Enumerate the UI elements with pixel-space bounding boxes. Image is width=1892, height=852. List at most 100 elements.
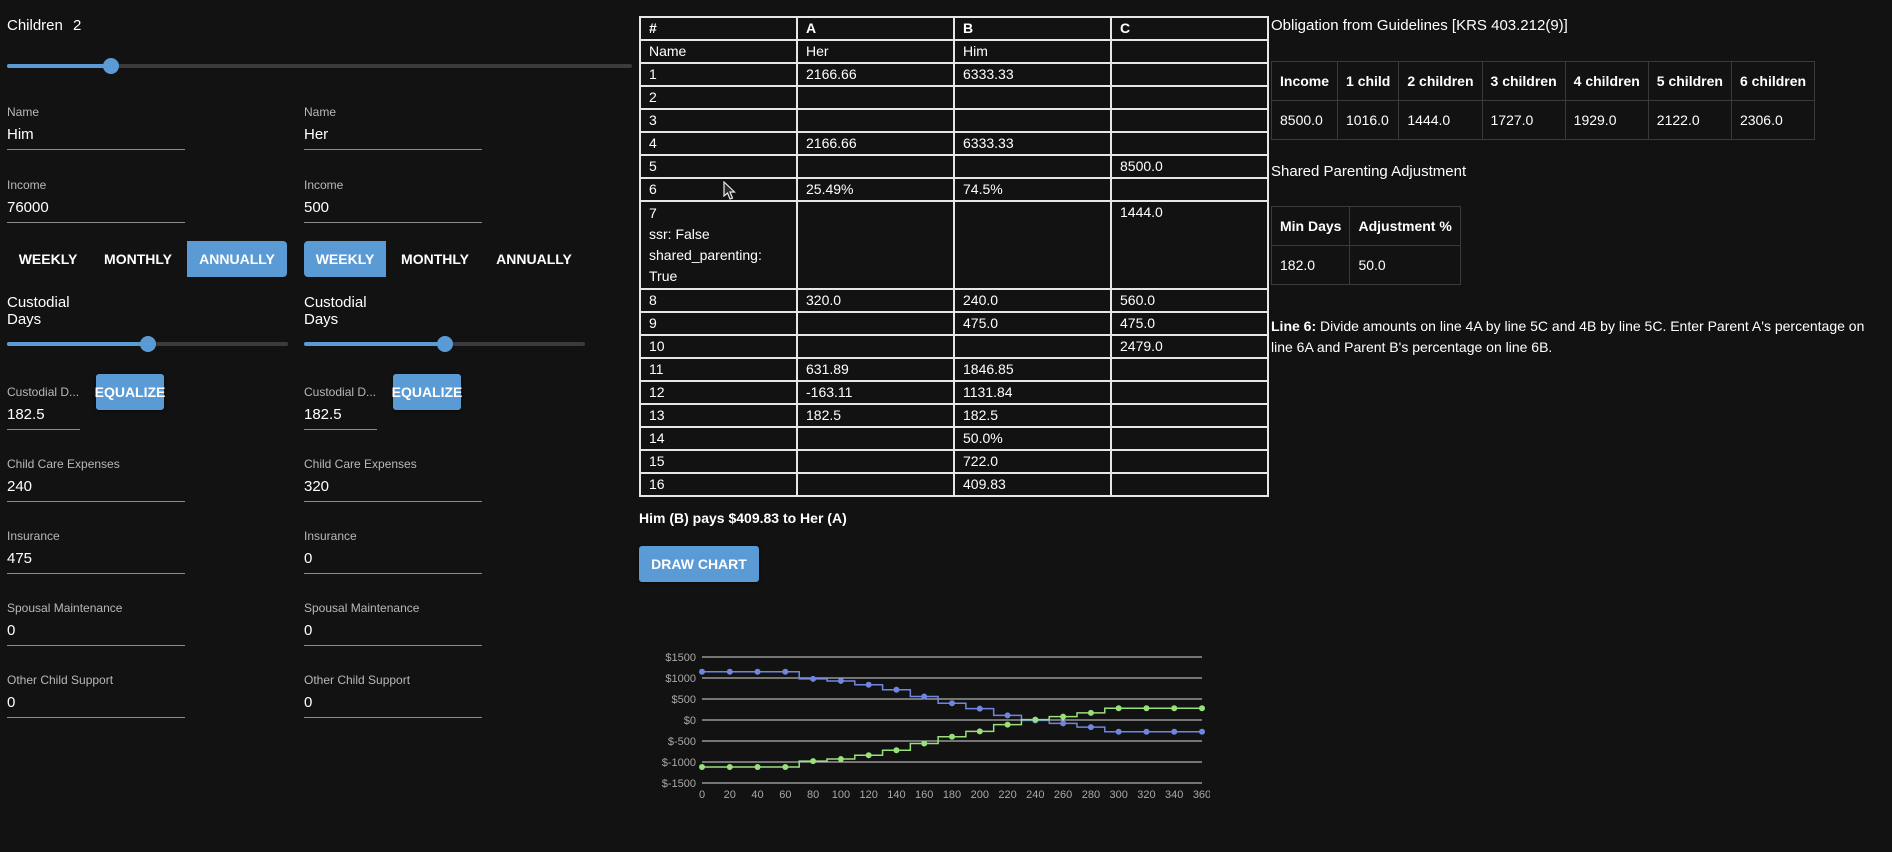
worksheet-cell: 560.0 (1110, 288, 1269, 313)
other-child-support-value[interactable]: 0 (7, 692, 185, 714)
chart-y-tick-label: $0 (684, 715, 696, 727)
custodial-days-value[interactable]: 182.5 (304, 404, 377, 426)
worksheet-cell (1110, 39, 1269, 64)
insurance-field[interactable]: Insurance 475 (7, 529, 185, 574)
child-care-expenses-value[interactable]: 320 (304, 476, 482, 498)
worksheet-cell: 240.0 (953, 288, 1112, 313)
worksheet-cell: 1 (639, 62, 798, 87)
name-underline (304, 149, 482, 150)
spousal-maintenance-value[interactable]: 0 (304, 620, 482, 642)
chart-data-point (921, 740, 928, 747)
custodial-days-underline (304, 429, 377, 430)
worksheet-cell: 4 (639, 131, 798, 156)
worksheet-row: 9 475.0 475.0 (639, 311, 1269, 336)
income-field[interactable]: Income 76000 (7, 178, 185, 223)
obligation-header: 1 child (1337, 61, 1400, 101)
children-slider-thumb[interactable] (103, 58, 119, 74)
insurance-value[interactable]: 0 (304, 548, 482, 570)
chart-data-point (1004, 721, 1011, 728)
chart-data-point (699, 764, 705, 771)
child-care-expenses-value[interactable]: 240 (7, 476, 185, 498)
name-field[interactable]: Name Her (304, 105, 482, 150)
insurance-label: Insurance (7, 529, 60, 543)
chart-y-tick-label: $1500 (665, 652, 696, 664)
worksheet-row: 16 409.83 (639, 472, 1269, 497)
custodial-days-field[interactable]: Custodial D... 182.5 (7, 385, 80, 430)
worksheet-cell (796, 334, 955, 359)
spousal-maintenance-field[interactable]: Spousal Maintenance 0 (304, 601, 482, 646)
frequency-weekly-button[interactable]: WEEKLY (7, 241, 89, 277)
worksheet-row: 1 2166.66 6333.33 (639, 62, 1269, 87)
insurance-value[interactable]: 475 (7, 548, 185, 570)
equalize-button[interactable]: EQUALIZE (95, 374, 165, 410)
name-field[interactable]: Name Him (7, 105, 185, 150)
worksheet-cell (953, 200, 1112, 290)
custodial-days-slider[interactable] (304, 336, 585, 352)
name-value[interactable]: Him (7, 124, 185, 146)
chart-x-tick-label: 0 (699, 789, 705, 801)
spousal-maintenance-field[interactable]: Spousal Maintenance 0 (7, 601, 185, 646)
income-value[interactable]: 500 (304, 197, 482, 219)
insurance-label: Insurance (304, 529, 357, 543)
worksheet-cell: 6 (639, 177, 798, 202)
chart-data-point (1004, 712, 1011, 719)
worksheet-cell (1110, 380, 1269, 405)
frequency-weekly-button[interactable]: WEEKLY (304, 241, 386, 277)
spousal-maintenance-underline (7, 645, 185, 646)
spousal-maintenance-value[interactable]: 0 (7, 620, 185, 642)
worksheet-cell: 409.83 (953, 472, 1112, 497)
custodial-days-field[interactable]: Custodial D... 182.5 (304, 385, 377, 430)
adjustment-cell: 50.0 (1349, 245, 1461, 285)
worksheet-cell: 14 (639, 426, 798, 451)
worksheet-cell (796, 449, 955, 474)
worksheet-cell (1110, 108, 1269, 133)
other-child-support-field[interactable]: Other Child Support 0 (7, 673, 185, 718)
other-child-support-value[interactable]: 0 (304, 692, 482, 714)
worksheet-cell: 25.49% (796, 177, 955, 202)
worksheet-row: 8 320.0 240.0 560.0 (639, 288, 1269, 313)
chart-x-tick-label: 240 (1026, 789, 1044, 801)
worksheet-cell (1110, 357, 1269, 382)
name-value[interactable]: Her (304, 124, 482, 146)
chart-data-point (1199, 728, 1205, 735)
income-label: Income (304, 178, 344, 192)
custodial-days-slider[interactable] (7, 336, 288, 352)
frequency-annually-button[interactable]: ANNUALLY (484, 241, 584, 277)
chart-y-tick-label: $-1000 (662, 757, 696, 769)
frequency-monthly-button[interactable]: MONTHLY (386, 241, 484, 277)
child-care-expenses-field[interactable]: Child Care Expenses 320 (304, 457, 482, 502)
worksheet-cell: 182.5 (796, 403, 955, 428)
draw-chart-button[interactable]: DRAW CHART (639, 546, 759, 582)
insurance-field[interactable]: Insurance 0 (304, 529, 482, 574)
income-frequency-toggle: WEEKLY MONTHLY ANNUALLY (304, 241, 584, 277)
worksheet-flag-text: shared_parenting: (649, 247, 762, 263)
frequency-monthly-button[interactable]: MONTHLY (89, 241, 187, 277)
custodial-days-title: Custodial Days (7, 294, 70, 328)
equalize-button[interactable]: EQUALIZE (392, 374, 462, 410)
worksheet-cell: 1444.0 (1110, 200, 1269, 290)
custodial-days-slider-thumb[interactable] (437, 336, 453, 352)
other-child-support-field[interactable]: Other Child Support 0 (304, 673, 482, 718)
worksheet-cell: 1131.84 (953, 380, 1112, 405)
chart-data-point (1143, 728, 1150, 735)
income-value[interactable]: 76000 (7, 197, 185, 219)
child-care-expenses-field[interactable]: Child Care Expenses 240 (7, 457, 185, 502)
frequency-annually-button[interactable]: ANNUALLY (187, 241, 287, 277)
income-underline (7, 222, 185, 223)
spousal-maintenance-underline (304, 645, 482, 646)
worksheet-row: 7 ssr: False shared_parenting: True 1444.0 (639, 200, 1269, 290)
chart-x-tick-label: 140 (887, 789, 905, 801)
custodial-days-value[interactable]: 182.5 (7, 404, 80, 426)
obligation-header: 5 children (1647, 61, 1732, 101)
custodial-days-slider-thumb[interactable] (140, 336, 156, 352)
worksheet-cell (796, 311, 955, 336)
worksheet-cell: 3 (639, 108, 798, 133)
income-field[interactable]: Income 500 (304, 178, 482, 223)
name-underline (7, 149, 185, 150)
worksheet-cell: 631.89 (796, 357, 955, 382)
chart-data-point (865, 681, 872, 688)
worksheet-cell: 6333.33 (953, 62, 1112, 87)
children-slider[interactable] (7, 58, 632, 74)
chart-data-point (699, 668, 705, 675)
worksheet-cell (953, 154, 1112, 179)
